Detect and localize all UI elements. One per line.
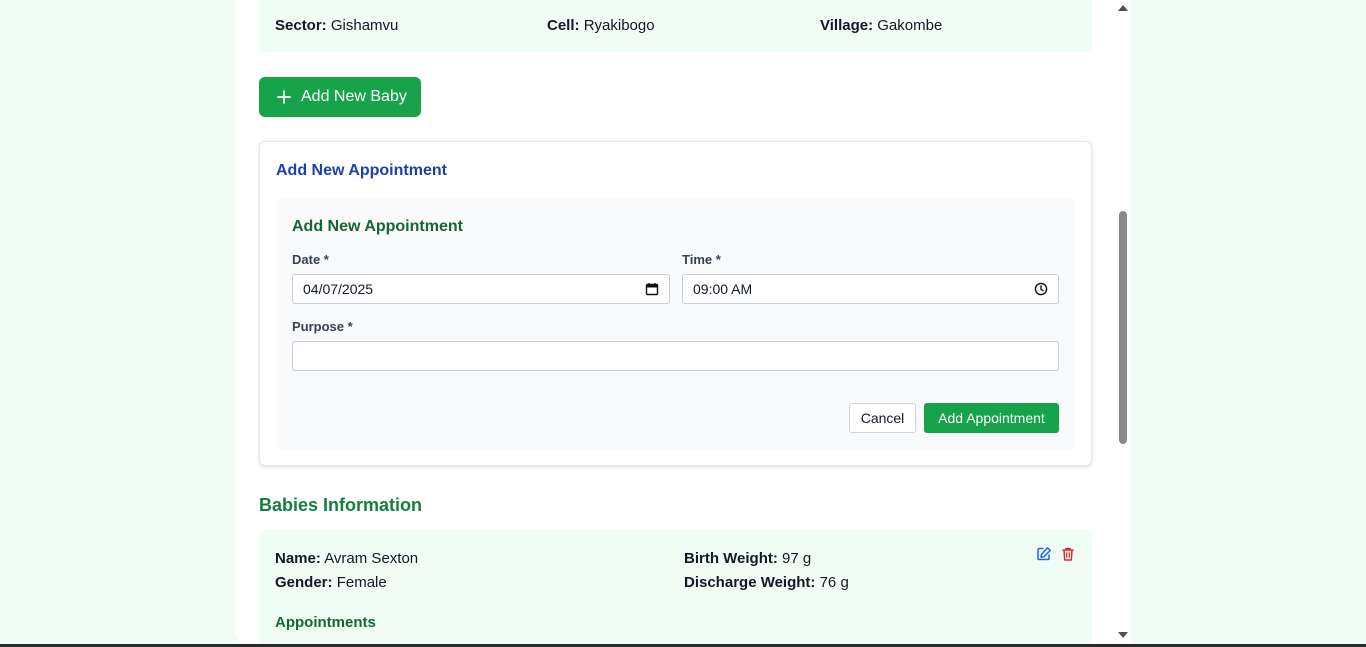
trash-icon[interactable]	[1059, 545, 1077, 563]
add-appointment-button[interactable]: Add Appointment	[924, 403, 1059, 433]
cancel-button[interactable]: Cancel	[849, 403, 916, 433]
time-label: Time *	[682, 252, 721, 267]
date-label: Date *	[292, 252, 329, 267]
birth-weight-value: 97 g	[782, 550, 812, 567]
appointment-form-title: Add New Appointment	[292, 218, 463, 235]
sector-info: Sector: Gishamvu	[275, 17, 398, 34]
village-label: Village:	[820, 17, 874, 34]
baby-card: Name: Avram Sexton Gender: Female Birth …	[259, 530, 1092, 643]
time-value: 09:00 AM	[693, 281, 753, 297]
cell-info: Cell: Ryakibogo	[547, 17, 655, 34]
appointment-card-title: Add New Appointment	[276, 162, 447, 179]
scroll-up-arrow-icon[interactable]	[1118, 5, 1128, 11]
baby-discharge-weight: Discharge Weight: 76 g	[684, 574, 849, 591]
main-content: Sector: Gishamvu Cell: Ryakibogo Village…	[235, 0, 1131, 643]
edit-icon[interactable]	[1035, 545, 1053, 563]
discharge-weight-value: 76 g	[819, 574, 849, 591]
scroll-down-arrow-icon[interactable]	[1118, 632, 1128, 638]
purpose-label: Purpose *	[292, 319, 353, 334]
location-info-panel: Sector: Gishamvu Cell: Ryakibogo Village…	[259, 0, 1092, 52]
baby-gender-value: Female	[336, 574, 387, 591]
purpose-input[interactable]	[292, 341, 1059, 371]
add-new-baby-button[interactable]: Add New Baby	[259, 77, 421, 117]
baby-gender: Gender: Female	[275, 574, 387, 591]
date-input[interactable]: 04/07/2025	[292, 274, 670, 304]
add-new-baby-label: Add New Baby	[301, 88, 407, 105]
birth-weight-label: Birth Weight:	[684, 550, 778, 567]
village-info: Village: Gakombe	[820, 17, 942, 34]
clock-icon[interactable]	[1034, 282, 1048, 296]
appointment-form: Add New Appointment Date * 04/07/2025 Ti…	[276, 198, 1075, 449]
date-value: 04/07/2025	[303, 281, 374, 297]
baby-birth-weight: Birth Weight: 97 g	[684, 550, 811, 567]
scrollbar-thumb[interactable]	[1119, 211, 1127, 444]
sector-label: Sector:	[275, 17, 327, 34]
time-input[interactable]: 09:00 AM	[682, 274, 1059, 304]
cell-value: Ryakibogo	[583, 17, 655, 34]
village-value: Gakombe	[877, 17, 943, 34]
appointments-title: Appointments	[275, 614, 376, 631]
plus-icon	[277, 86, 291, 108]
baby-name-value: Avram Sexton	[324, 550, 419, 567]
appointment-card: Add New Appointment Add New Appointment …	[259, 141, 1092, 466]
baby-name: Name: Avram Sexton	[275, 550, 418, 567]
cell-label: Cell:	[547, 17, 580, 34]
baby-name-label: Name:	[275, 550, 321, 567]
calendar-icon[interactable]	[645, 282, 659, 296]
baby-gender-label: Gender:	[275, 574, 333, 591]
scrollbar[interactable]	[1116, 0, 1131, 643]
sector-value: Gishamvu	[330, 17, 399, 34]
babies-section-title: Babies Information	[259, 495, 423, 515]
discharge-weight-label: Discharge Weight:	[684, 574, 816, 591]
